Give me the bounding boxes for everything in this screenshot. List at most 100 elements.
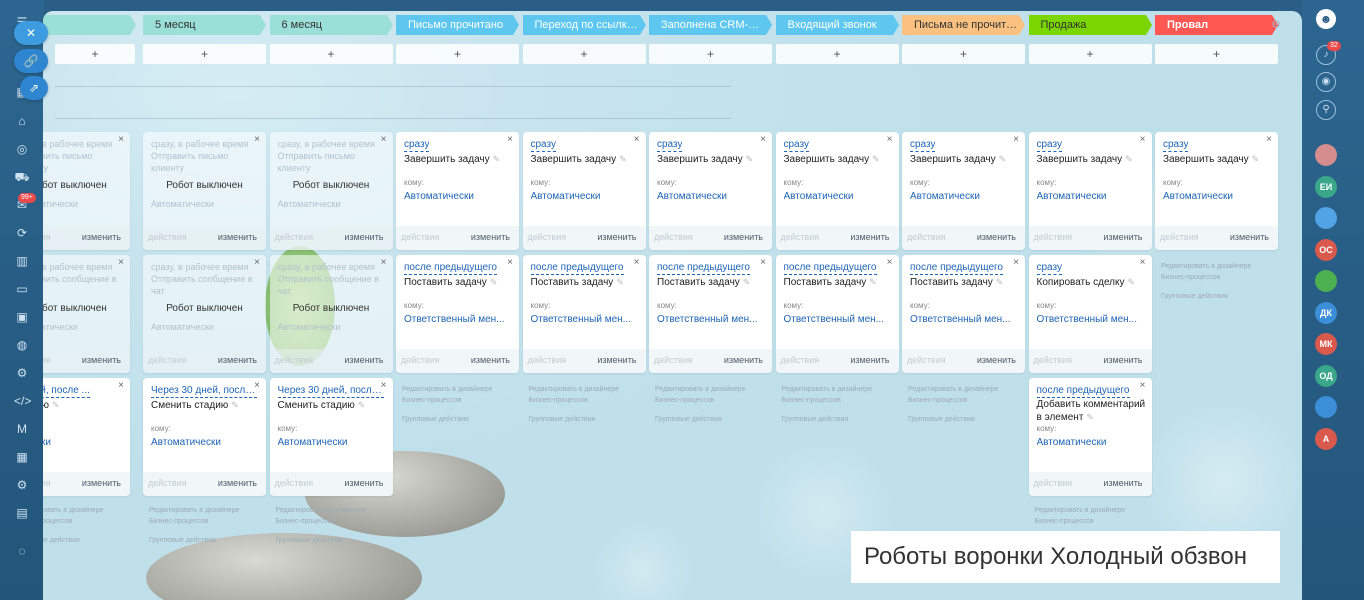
robot-card[interactable]: сразу Завершить задачу ✎ кому: Автоматически… (522, 132, 646, 250)
robot-card[interactable]: после предыдущего Поставить задачу ✎ кому: О… (396, 255, 519, 373)
bp-link[interactable]: Бизнес-процессов (402, 397, 461, 404)
bp-link[interactable]: Бизнес-процессов (782, 397, 841, 404)
robot-card[interactable]: сразу Завершить задачу ✎ кому: Автоматически… (1155, 132, 1278, 250)
edit-link[interactable]: изменить (218, 232, 257, 242)
robot-card[interactable]: Через 30 дней, после ... Сменить стадию ✎ к… (143, 378, 266, 496)
sync-icon[interactable]: ⟳ (14, 225, 30, 241)
actions-label[interactable]: действия (401, 232, 440, 242)
actions-label[interactable]: действия (1160, 232, 1199, 242)
edit-in-designer-link[interactable]: Редактировать в дизайнере (1035, 507, 1126, 514)
actions-label[interactable]: действия (275, 478, 314, 488)
stage-7[interactable]: Письма не прочитаны (902, 15, 1019, 35)
contact-avatar[interactable]: ДК (1315, 301, 1337, 324)
edit-link[interactable]: изменить (850, 355, 889, 365)
group-actions-link[interactable]: Групповые действия (276, 535, 367, 546)
add-robot-button[interactable]: + (522, 44, 646, 64)
close-icon[interactable]: × (1140, 134, 1146, 145)
edit-in-designer-link[interactable]: Редактировать в дизайнере (782, 386, 873, 393)
cart-icon[interactable]: ⛟ (14, 169, 30, 185)
close-icon[interactable]: × (1013, 134, 1019, 145)
close-icon[interactable]: × (1140, 257, 1146, 268)
add-robot-button[interactable]: + (1028, 44, 1152, 64)
close-icon[interactable]: × (381, 257, 387, 268)
edit-link[interactable]: изменить (724, 232, 763, 242)
actions-label[interactable]: действия (781, 355, 820, 365)
close-icon[interactable]: × (1266, 134, 1272, 145)
pencil-icon[interactable]: ✎ (493, 154, 501, 164)
box-icon[interactable]: ▣ (14, 309, 30, 325)
edit-link[interactable]: изменить (344, 232, 383, 242)
bp-link[interactable]: Бизнес-процессов (149, 518, 208, 525)
pencil-icon[interactable]: ✎ (869, 277, 877, 287)
recipient-value[interactable]: Ответственный мен... (657, 314, 758, 325)
group-actions-link[interactable]: Групповые действия (43, 535, 104, 546)
close-icon[interactable]: × (887, 134, 893, 145)
actions-label[interactable]: действия (43, 355, 51, 365)
contact-avatar[interactable]: ОС (1315, 238, 1337, 261)
robot-delay-link[interactable]: после предыдущего (1036, 385, 1130, 398)
robot-card-disabled[interactable]: сразу, в рабочее время Отправить сообщени… (43, 255, 130, 373)
recipient-value[interactable]: Автоматически (404, 191, 474, 202)
robot-card[interactable]: 0 дней, после ...стадию✎кому:тически×дей… (43, 378, 130, 496)
more-icon[interactable]: ◌ (14, 543, 30, 559)
stage-6[interactable]: Входящий звонок (775, 15, 893, 35)
fingerprint-icon[interactable]: ◉ (1316, 72, 1336, 92)
robot-delay-link[interactable]: после предыдущего (657, 262, 750, 275)
analytics-icon[interactable]: ▥ (14, 253, 30, 269)
contact-avatar[interactable] (1315, 207, 1337, 229)
bp-link[interactable]: Бизнес-процессов (529, 397, 588, 404)
add-robot-button[interactable]: + (396, 44, 519, 64)
robot-delay-link[interactable]: Через 30 дней, после ... (151, 385, 257, 398)
robot-card[interactable]: после предыдущего Добавить комментарий в … (1028, 378, 1152, 496)
pencil-icon[interactable]: ✎ (616, 277, 624, 287)
edit-in-designer-link[interactable]: Редактировать в дизайнере (43, 507, 104, 514)
actions-label[interactable]: действия (148, 355, 187, 365)
robot-delay-link[interactable]: сразу (1036, 139, 1062, 152)
pencil-icon[interactable]: ✎ (1086, 412, 1094, 422)
robot-card[interactable]: после предыдущего Поставить задачу ✎ кому: О… (902, 255, 1025, 373)
close-icon[interactable]: × (634, 257, 640, 268)
robot-delay-link[interactable]: Через 30 дней, после ... (277, 385, 384, 398)
recipient-value[interactable]: Автоматически (1037, 437, 1107, 448)
recipient-value[interactable]: Автоматически (278, 437, 348, 448)
actions-label[interactable]: действия (907, 355, 946, 365)
close-slider-button[interactable]: ✕ (14, 21, 48, 45)
pencil-icon[interactable]: ✎ (999, 154, 1007, 164)
actions-label[interactable]: действия (1034, 232, 1073, 242)
edit-in-designer-link[interactable]: Редактировать в дизайнере (908, 386, 999, 393)
robot-card-disabled[interactable]: сразу, в рабочее время Отправить сообщени… (143, 255, 266, 373)
edit-in-designer-link[interactable]: Редактировать в дизайнере (149, 507, 240, 514)
robot-delay-link[interactable]: после предыдущего (910, 262, 1003, 275)
actions-label[interactable]: действия (148, 232, 187, 242)
recipient-value[interactable]: Автоматически (784, 191, 854, 202)
user-avatar[interactable]: ☻ (1316, 9, 1336, 29)
actions-label[interactable]: действия (1034, 478, 1073, 488)
close-icon[interactable]: × (507, 134, 513, 145)
edit-in-designer-link[interactable]: Редактировать в дизайнере (529, 386, 620, 393)
contact-avatar[interactable]: А (1315, 427, 1337, 450)
robot-delay-link[interactable]: сразу (910, 139, 936, 152)
edit-link[interactable]: изменить (82, 355, 121, 365)
close-icon[interactable]: × (507, 257, 513, 268)
edit-link[interactable]: изменить (1103, 232, 1142, 242)
robot-delay-link[interactable]: сразу (530, 139, 556, 152)
close-icon[interactable]: × (634, 134, 640, 145)
edit-in-designer-link[interactable]: Редактировать в дизайнере (276, 507, 367, 514)
recipient-value[interactable]: Ответственный мен... (910, 314, 1011, 325)
edit-link[interactable]: изменить (344, 478, 383, 488)
stage-9[interactable]: Провал (1155, 15, 1272, 35)
copy-link-button[interactable]: 🔗 (14, 49, 48, 73)
pencil-icon[interactable]: ✎ (52, 400, 60, 410)
edit-link[interactable]: изменить (1230, 232, 1269, 242)
recipient-value[interactable]: Автоматически (657, 191, 727, 202)
add-robot-button[interactable]: + (902, 44, 1025, 64)
code-icon[interactable]: </> (14, 393, 31, 409)
stage-5[interactable]: Заполнена CRM-форма (649, 15, 766, 35)
robot-delay-link[interactable]: сразу (657, 139, 683, 152)
group-actions-link[interactable]: Групповые действия (402, 414, 493, 425)
robots-icon[interactable]: ⚙ (14, 365, 30, 381)
contact-avatar[interactable] (1315, 270, 1337, 292)
grid-icon[interactable]: ▦ (14, 449, 30, 465)
actions-label[interactable]: действия (781, 232, 820, 242)
robot-card-disabled[interactable]: сразу, в рабочее время Отправить письмо к… (269, 132, 393, 250)
